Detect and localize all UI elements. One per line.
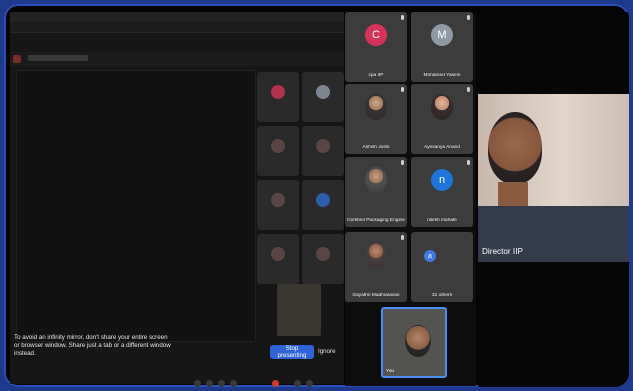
avatar (431, 94, 453, 120)
mirrored-tile (257, 72, 299, 122)
avatar (365, 242, 387, 268)
others-avatars: a (424, 250, 436, 262)
captions-icon[interactable] (218, 380, 225, 387)
stop-presenting-button[interactable]: Stop presenting (270, 345, 314, 359)
participant-tile[interactable]: M Mohamed Yasein (411, 12, 473, 82)
mic-off-icon (401, 160, 404, 165)
participant-tile[interactable]: Ashish Joshi (345, 84, 407, 154)
mirrored-tile (302, 180, 344, 230)
participant-name: Ashish Joshi (362, 145, 390, 150)
participant-name: nilesh mahale (427, 218, 457, 223)
mirrored-self-thumbnail (277, 284, 321, 336)
meeting-controls (184, 380, 444, 387)
self-video (405, 325, 431, 357)
participant-name: Mohamed Yasein (423, 73, 461, 78)
avatar: M (431, 24, 453, 46)
notice-text: To avoid an infinity mirror, don't share… (14, 334, 171, 357)
mirrored-tile (257, 180, 299, 230)
participant-tile[interactable]: Ayesanya Anand (411, 84, 473, 154)
mirrored-tile (302, 72, 344, 122)
browser-tabbar (10, 12, 344, 22)
meet-logo-icon (13, 55, 21, 63)
meet-header (10, 52, 344, 66)
avatar (365, 167, 387, 193)
participant-tile[interactable]: n nilesh mahale (411, 157, 473, 227)
participant-tile[interactable]: a 31 others (411, 232, 473, 302)
mirrored-tile (257, 126, 299, 176)
present-icon[interactable] (294, 380, 301, 387)
mic-off-icon (401, 235, 404, 240)
mic-off-icon (401, 15, 404, 20)
mirrored-tile (302, 126, 344, 176)
avatar: C (365, 24, 387, 46)
participant-name: Gayathri Madhuwaran (352, 293, 400, 298)
presentation-stage (16, 70, 256, 342)
speaker-head (488, 112, 542, 184)
raise-hand-icon[interactable] (230, 380, 237, 387)
mirrored-tile (257, 234, 299, 284)
self-view-tile[interactable]: You (381, 307, 447, 378)
participant-name: 31 others (431, 293, 452, 298)
speaker-backdrop-bottom (478, 262, 629, 387)
ignore-button[interactable]: Ignore (318, 348, 336, 355)
participant-tile[interactable]: C cpa IIP (345, 12, 407, 82)
meet-title-placeholder (28, 55, 88, 61)
shared-screen-preview (10, 12, 344, 384)
self-label: You (386, 369, 395, 374)
participant-tile[interactable]: Certified Packaging Engineers (345, 157, 407, 227)
mic-off-icon (467, 160, 470, 165)
mic-off-icon (467, 87, 470, 92)
browser-toolbar (10, 22, 344, 33)
mirrored-tile (302, 234, 344, 284)
infinity-mirror-notice: To avoid an infinity mirror, don't share… (8, 332, 198, 368)
participant-tile[interactable]: Gayathri Madhuwaran (345, 232, 407, 302)
speaker-name: Director IIP (482, 247, 523, 256)
participant-name: Certified Packaging Engineers (347, 218, 405, 223)
meet-window: To avoid an infinity mirror, don't share… (4, 4, 629, 387)
avatar: n (431, 169, 453, 191)
speaker-backdrop-top (478, 12, 629, 94)
mic-off-icon (467, 15, 470, 20)
participant-name: Ayesanya Anand (424, 145, 460, 150)
leave-call-icon[interactable] (272, 380, 279, 387)
active-speaker-video[interactable]: Director IIP (478, 94, 629, 262)
mic-icon[interactable] (194, 380, 201, 387)
camera-icon[interactable] (206, 380, 213, 387)
avatar (365, 94, 387, 120)
more-options-icon[interactable] (306, 380, 313, 387)
mic-off-icon (401, 87, 404, 92)
participant-name: cpa IIP (368, 73, 384, 78)
